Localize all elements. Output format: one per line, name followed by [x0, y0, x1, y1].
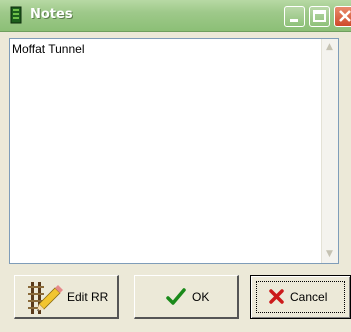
- checkmark-icon: [166, 288, 186, 305]
- title-bar[interactable]: Notes: [0, 0, 351, 32]
- vertical-scrollbar[interactable]: ▲ ▼: [321, 39, 338, 263]
- window-title: Notes: [30, 7, 73, 22]
- minimize-button[interactable]: [284, 6, 305, 27]
- notes-app-icon: [10, 6, 22, 24]
- notes-text: Moffat Tunnel: [12, 42, 85, 56]
- scroll-up-icon[interactable]: ▲: [324, 42, 335, 53]
- ok-label: OK: [192, 290, 210, 304]
- cancel-label: Cancel: [290, 290, 328, 304]
- edit-rr-label: Edit RR: [67, 290, 109, 304]
- minimize-icon: [290, 19, 298, 22]
- close-button[interactable]: [334, 6, 351, 27]
- railroad-pencil-icon: [28, 282, 63, 314]
- scroll-down-icon[interactable]: ▼: [324, 249, 335, 260]
- cancel-button[interactable]: Cancel: [250, 275, 351, 319]
- ok-button[interactable]: OK: [134, 275, 239, 319]
- notes-textarea[interactable]: Moffat Tunnel ▲ ▼: [9, 38, 339, 264]
- x-icon: [269, 289, 284, 304]
- notes-window: Notes Moffat Tunnel ▲ ▼ Edit RR OK Cance…: [0, 0, 351, 332]
- maximize-button[interactable]: [309, 6, 330, 27]
- close-icon: [339, 10, 351, 22]
- button-bar: Edit RR OK Cancel: [0, 264, 351, 332]
- edit-rr-button[interactable]: Edit RR: [14, 275, 119, 319]
- maximize-icon: [313, 10, 326, 22]
